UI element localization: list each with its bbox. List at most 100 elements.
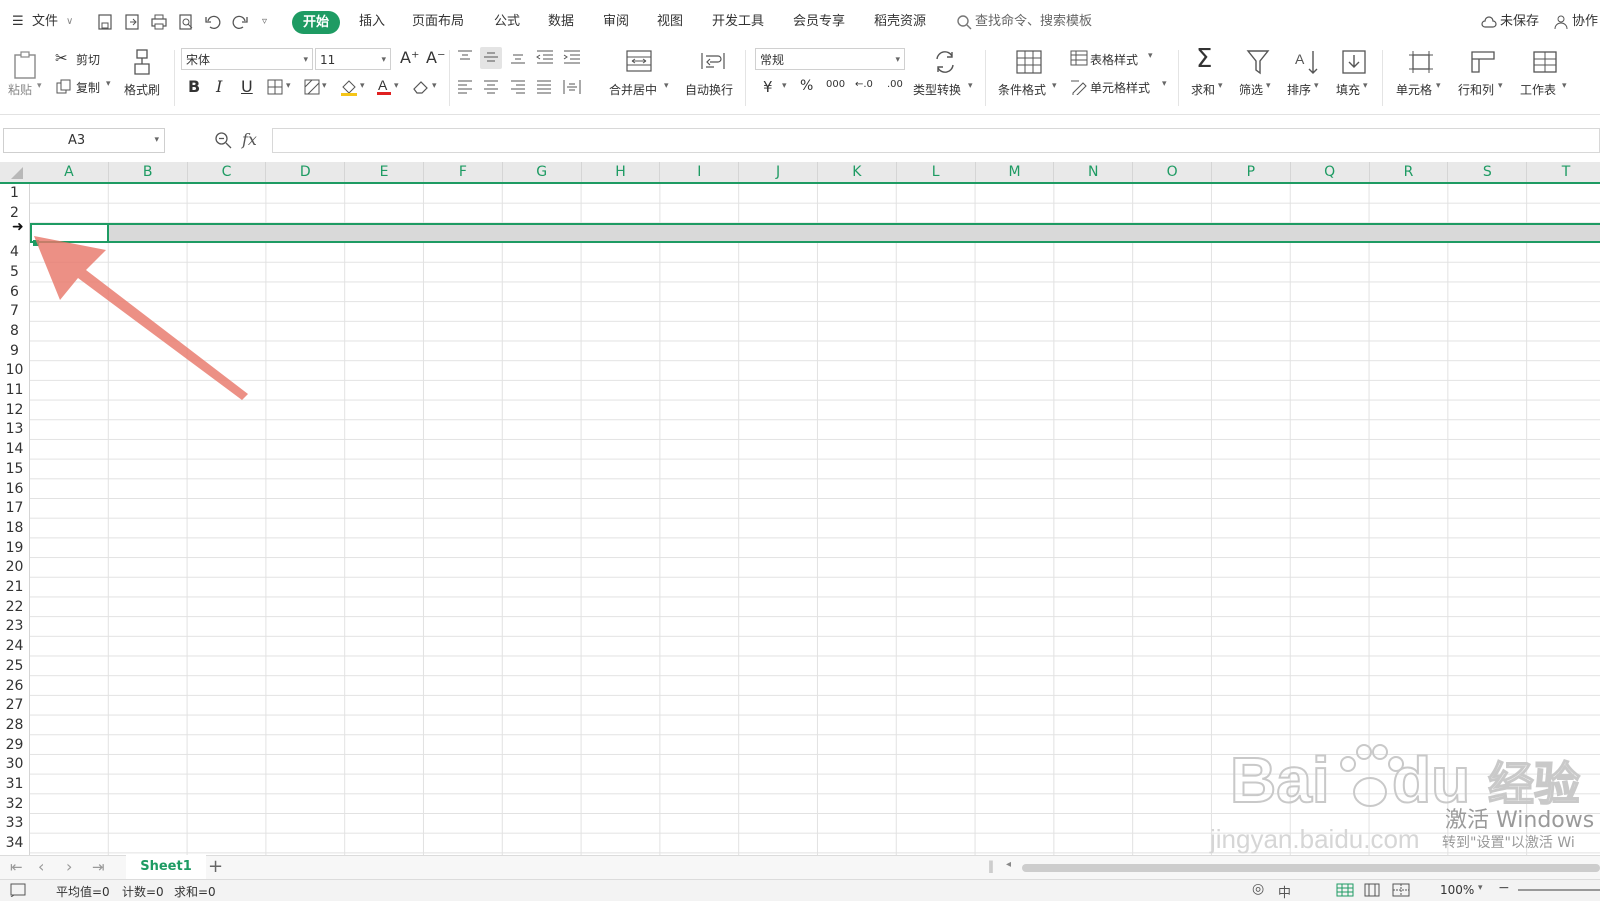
column-header-b[interactable]: B	[109, 162, 188, 182]
row-column-button[interactable]: 行和列	[1458, 81, 1494, 98]
row-header-8[interactable]: 8	[0, 322, 29, 342]
hamburger-icon[interactable]: ☰	[12, 12, 24, 32]
underline-button[interactable]: U	[241, 77, 253, 96]
row-header-22[interactable]: 22	[0, 598, 29, 618]
tab-page-layout[interactable]: 页面布局	[412, 12, 464, 32]
chevron-down-icon[interactable]: ▾	[154, 129, 159, 152]
fill-button[interactable]: 填充	[1336, 81, 1360, 98]
row-header-15[interactable]: 15	[0, 460, 29, 480]
align-center-icon[interactable]	[483, 80, 499, 94]
eraser-icon[interactable]	[412, 79, 430, 95]
search-command-input[interactable]: 查找命令、搜索模板	[975, 12, 1092, 32]
add-sheet-button[interactable]: +	[208, 856, 223, 877]
paste-icon[interactable]	[12, 50, 40, 80]
redo-icon[interactable]	[231, 13, 249, 31]
page-break-view-icon[interactable]	[1392, 883, 1410, 897]
row-header-4[interactable]: 4	[0, 243, 29, 263]
tab-review[interactable]: 审阅	[603, 12, 629, 32]
formula-input[interactable]	[272, 128, 1600, 153]
chevron-down-icon[interactable]: ▾	[1266, 81, 1271, 91]
fill-color-icon[interactable]	[340, 78, 358, 96]
column-header-p[interactable]: P	[1212, 162, 1291, 182]
row-header-5[interactable]: 5	[0, 263, 29, 283]
chevron-down-icon[interactable]: ▾	[1314, 81, 1319, 91]
column-header-s[interactable]: S	[1448, 162, 1528, 182]
percent-button[interactable]: %	[800, 78, 813, 94]
chevron-down-icon[interactable]: ▾	[782, 81, 787, 91]
row-header-30[interactable]: 30	[0, 755, 29, 775]
chevron-down-icon[interactable]: ▾	[360, 81, 365, 91]
row-header-33[interactable]: 33	[0, 814, 29, 834]
chevron-down-icon[interactable]: ▾	[1498, 81, 1503, 91]
copy-button[interactable]: 复制	[76, 79, 100, 96]
sum-button[interactable]: 求和	[1191, 81, 1215, 98]
column-header-k[interactable]: K	[818, 162, 897, 182]
column-header-g[interactable]: G	[503, 162, 582, 182]
chevron-down-icon[interactable]: ▾	[394, 81, 399, 91]
next-sheet-icon[interactable]: ›	[66, 857, 72, 876]
macro-record-icon[interactable]	[10, 883, 26, 897]
row-header-20[interactable]: 20	[0, 558, 29, 578]
row-header-16[interactable]: 16	[0, 480, 29, 500]
conditional-format-button[interactable]: 条件格式	[998, 81, 1046, 98]
row-header-9[interactable]: 9	[0, 342, 29, 362]
bold-button[interactable]: B	[188, 77, 200, 96]
row-header-19[interactable]: 19	[0, 539, 29, 559]
column-header-h[interactable]: H	[582, 162, 661, 182]
chevron-down-icon[interactable]: ∨	[66, 12, 73, 32]
tab-home[interactable]: 开始	[292, 11, 340, 34]
row-header-17[interactable]: 17	[0, 499, 29, 519]
chevron-down-icon[interactable]: ▾	[1052, 81, 1057, 91]
unsaved-status[interactable]: 未保存	[1500, 12, 1539, 32]
column-header-e[interactable]: E	[345, 162, 424, 182]
print-preview-icon[interactable]	[177, 13, 195, 31]
chevron-down-icon[interactable]: ▾	[1478, 883, 1483, 893]
indent-increase-icon[interactable]	[563, 50, 581, 64]
filter-button[interactable]: 筛选	[1239, 81, 1263, 98]
chevron-down-icon[interactable]: ▾	[1148, 51, 1153, 61]
row-header-34[interactable]: 34	[0, 834, 29, 854]
column-header-n[interactable]: N	[1054, 162, 1134, 182]
chevron-down-icon[interactable]: ▾	[1562, 81, 1567, 91]
fx-icon[interactable]: fx	[242, 130, 257, 149]
row-header-14[interactable]: 14	[0, 440, 29, 460]
column-header-o[interactable]: O	[1133, 162, 1212, 182]
prev-sheet-icon[interactable]: ‹	[38, 857, 44, 876]
zoom-level[interactable]: 100%	[1440, 883, 1474, 897]
row-header-12[interactable]: 12	[0, 401, 29, 421]
column-header-t[interactable]: T	[1527, 162, 1600, 182]
border-icon[interactable]	[267, 79, 283, 95]
scroll-left-icon[interactable]: ◂	[1006, 859, 1011, 870]
indent-decrease-icon[interactable]	[536, 50, 554, 64]
chevron-down-icon[interactable]: ▾	[664, 81, 669, 91]
row-header-13[interactable]: 13	[0, 420, 29, 440]
row-header-28[interactable]: 28	[0, 716, 29, 736]
column-header-c[interactable]: C	[188, 162, 267, 182]
column-header-j[interactable]: J	[739, 162, 818, 182]
column-header-a[interactable]: A	[30, 162, 109, 182]
save-icon[interactable]	[96, 13, 114, 31]
paste-button[interactable]: 粘贴	[8, 81, 32, 98]
merge-center-button[interactable]: 合并居中	[609, 81, 657, 98]
horizontal-scrollbar[interactable]	[1022, 864, 1600, 872]
column-header-i[interactable]: I	[660, 162, 740, 182]
export-icon[interactable]	[123, 13, 141, 31]
last-sheet-icon[interactable]: ⇥	[92, 858, 105, 876]
cell-style-button[interactable]: 单元格样式	[1090, 79, 1150, 96]
decrease-decimal-button[interactable]: .00	[887, 79, 903, 90]
column-header-l[interactable]: L	[897, 162, 976, 182]
row-header-18[interactable]: 18	[0, 519, 29, 539]
chevron-down-icon[interactable]: ▾	[1363, 81, 1368, 91]
column-header-m[interactable]: M	[976, 162, 1055, 182]
font-size-select[interactable]: 11 ▾	[315, 48, 391, 70]
font-name-select[interactable]: 宋体 ▾	[181, 48, 313, 70]
font-grow-button[interactable]: A⁺	[400, 48, 419, 67]
tab-data[interactable]: 数据	[548, 12, 574, 32]
file-menu[interactable]: 文件	[32, 12, 58, 32]
row-header-31[interactable]: 31	[0, 775, 29, 795]
row-header-10[interactable]: 10	[0, 361, 29, 381]
sort-button[interactable]: 排序	[1287, 81, 1311, 98]
align-right-icon[interactable]	[510, 80, 526, 94]
normal-view-icon[interactable]	[1336, 883, 1354, 897]
align-left-icon[interactable]	[457, 80, 473, 94]
